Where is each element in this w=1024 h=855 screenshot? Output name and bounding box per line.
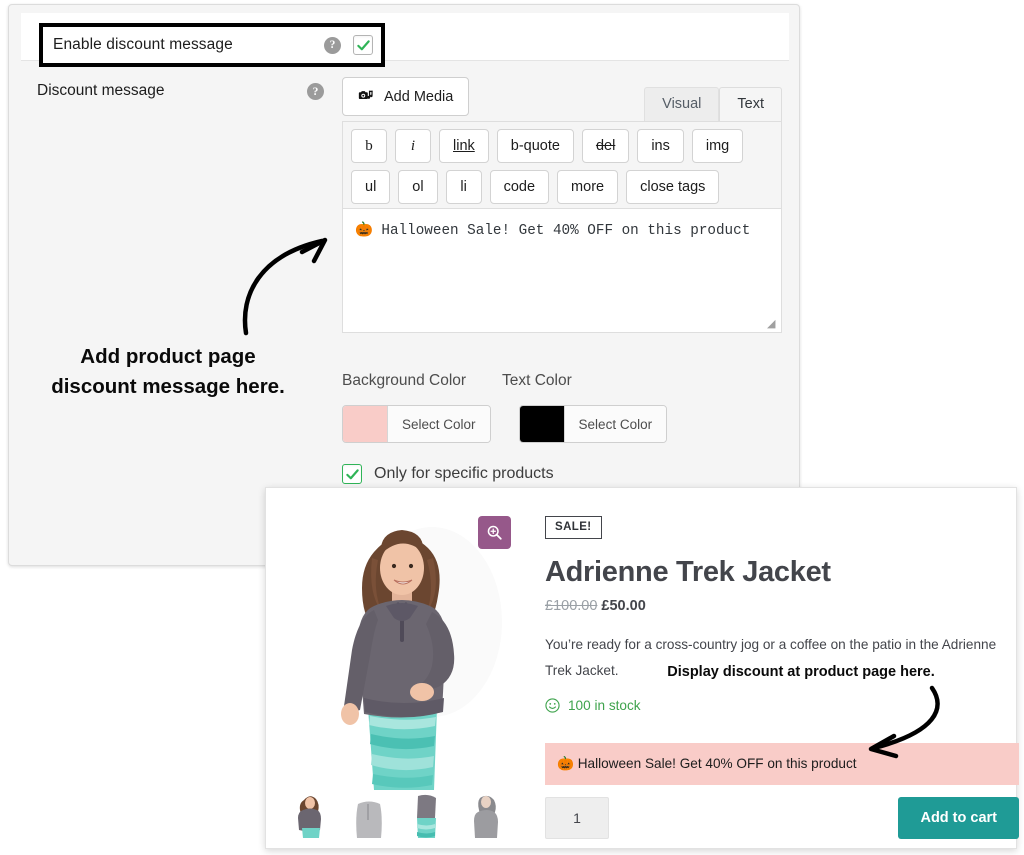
- product-thumbnail[interactable]: [398, 792, 456, 838]
- background-color-swatch[interactable]: [343, 406, 387, 442]
- discount-settings-panel: Enable discount message ? Discount messa…: [8, 4, 800, 566]
- quantity-input[interactable]: 1: [545, 797, 609, 839]
- discount-message-editor: Add Media Visual Text b i link b-quote d…: [342, 77, 782, 333]
- thumbnail-photo: [398, 792, 456, 838]
- quicktag-del[interactable]: del: [581, 129, 630, 163]
- add-to-cart-row: 1 Add to cart: [545, 797, 1019, 839]
- only-specific-products-label: Only for specific products: [374, 465, 554, 482]
- thumbnail-photo: [282, 792, 340, 838]
- annotation-left-line1: Add product page: [80, 345, 256, 368]
- background-color-heading: Background Color: [342, 372, 467, 389]
- zoom-image-button[interactable]: [478, 516, 511, 549]
- text-color-heading: Text Color: [502, 372, 572, 389]
- discount-message-banner: 🎃 Halloween Sale! Get 40% OFF on this pr…: [545, 743, 1019, 785]
- product-gallery: [282, 502, 517, 848]
- product-thumbnail[interactable]: [456, 792, 514, 838]
- product-thumbnail[interactable]: [282, 792, 340, 838]
- product-title: Adrienne Trek Jacket: [545, 556, 831, 588]
- background-color-picker[interactable]: Select Color: [342, 405, 491, 443]
- help-circle-icon[interactable]: ?: [307, 83, 324, 100]
- only-specific-products-row[interactable]: Only for specific products: [342, 464, 554, 484]
- background-select-color-button[interactable]: Select Color: [387, 406, 490, 442]
- discount-message-label: Discount message: [37, 82, 165, 99]
- quicktag-ins[interactable]: ins: [637, 129, 684, 163]
- quicktags-toolbar: b i link b-quote del ins img ul ol li co…: [342, 121, 782, 208]
- product-thumbnails: [282, 792, 517, 838]
- discount-message-textarea[interactable]: [342, 208, 782, 333]
- add-to-cart-button[interactable]: Add to cart: [898, 797, 1019, 839]
- only-specific-products-checkbox[interactable]: [342, 464, 362, 484]
- quicktag-img[interactable]: img: [691, 129, 744, 163]
- quicktag-more[interactable]: more: [557, 170, 619, 204]
- add-media-label: Add Media: [384, 88, 454, 105]
- editor-top-bar: Add Media Visual Text: [342, 77, 782, 121]
- add-media-button[interactable]: Add Media: [342, 77, 470, 116]
- quicktag-ol[interactable]: ol: [398, 170, 438, 204]
- screen-root: Enable discount message ? Discount messa…: [0, 0, 1024, 855]
- enable-discount-checkbox[interactable]: [353, 35, 373, 55]
- tab-visual[interactable]: Visual: [644, 87, 720, 121]
- resize-grip-icon[interactable]: ◢: [767, 319, 779, 331]
- product-price-new: £50.00: [601, 598, 646, 614]
- thumbnail-photo: [340, 792, 398, 838]
- help-circle-icon[interactable]: ?: [324, 36, 341, 54]
- quicktag-ul[interactable]: ul: [351, 170, 391, 204]
- color-pickers: Select Color Select Color: [342, 405, 668, 443]
- editor-mode-tabs: Visual Text: [644, 77, 782, 121]
- product-thumbnail[interactable]: [340, 792, 398, 838]
- media-camera-note-icon: [358, 90, 373, 100]
- text-color-swatch[interactable]: [519, 406, 564, 442]
- quicktag-b-quote[interactable]: b-quote: [496, 129, 574, 163]
- smiley-face-icon: [545, 698, 560, 713]
- annotation-right-text: Display discount at product page here.: [667, 664, 935, 680]
- magnify-plus-icon: [487, 525, 502, 540]
- enable-discount-label: Enable discount message: [53, 36, 233, 53]
- product-price-old: £100.00: [545, 598, 598, 614]
- tab-text[interactable]: Text: [719, 87, 782, 121]
- checkmark-icon: [345, 468, 359, 479]
- text-color-picker[interactable]: Select Color: [518, 405, 668, 443]
- product-stock-label: 100 in stock: [568, 698, 641, 713]
- quicktag-li[interactable]: li: [445, 170, 482, 204]
- color-headings: Background Color Text Color: [342, 372, 572, 390]
- product-stock-status: 100 in stock: [545, 698, 1019, 713]
- enable-discount-field[interactable]: Enable discount message ?: [39, 23, 385, 67]
- annotation-left-line2: discount message here.: [51, 375, 285, 398]
- enable-discount-row: Enable discount message ?: [21, 13, 789, 67]
- product-price: £100.00 £50.00: [545, 598, 1019, 614]
- text-select-color-button[interactable]: Select Color: [563, 406, 667, 442]
- thumbnail-photo: [456, 792, 514, 838]
- quicktag-close-tags[interactable]: close tags: [626, 170, 720, 204]
- quicktag-i[interactable]: i: [395, 129, 431, 163]
- quicktag-code[interactable]: code: [489, 170, 550, 204]
- discount-message-textarea-wrap: ◢: [342, 208, 782, 333]
- quicktag-link[interactable]: link: [439, 129, 489, 163]
- annotation-left-text: Add product page discount message here.: [28, 342, 308, 402]
- quicktag-b[interactable]: b: [351, 129, 387, 163]
- product-main-image[interactable]: [282, 502, 517, 790]
- checkmark-icon: [356, 39, 370, 50]
- sale-badge: SALE!: [545, 516, 602, 539]
